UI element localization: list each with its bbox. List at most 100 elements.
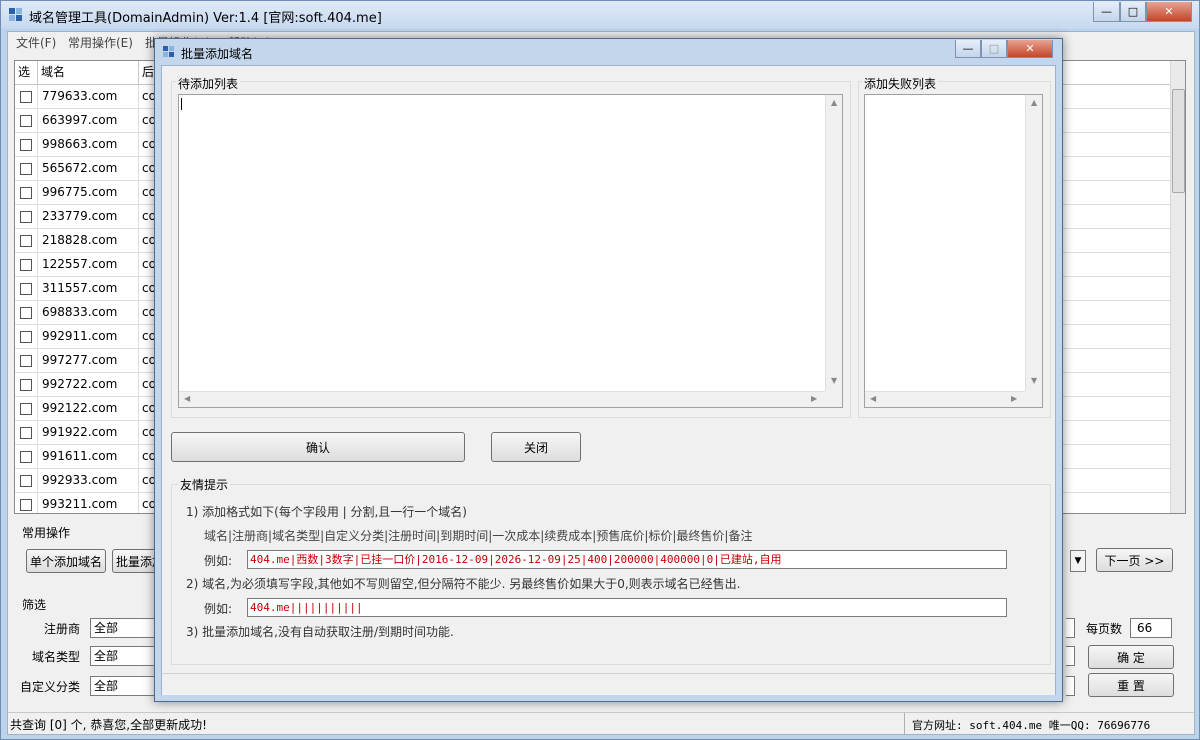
text-caret: [181, 98, 182, 110]
filter-label: 筛选: [22, 598, 47, 612]
row-checkbox[interactable]: [20, 283, 32, 295]
registrar-label: 注册商: [44, 622, 81, 636]
cell-divider: [37, 205, 38, 229]
minimize-button[interactable]: —: [1093, 2, 1120, 22]
row-checkbox[interactable]: [20, 331, 32, 343]
scroll-down-icon[interactable]: ▼: [831, 377, 837, 385]
cell-divider: [138, 277, 139, 301]
cell-divider: [37, 349, 38, 373]
registrar-select[interactable]: 全部: [90, 618, 156, 638]
close-button[interactable]: ✕: [1146, 2, 1192, 22]
menu-common-ops[interactable]: 常用操作(E): [68, 34, 133, 51]
dialog-close-action-button[interactable]: 关闭: [491, 432, 581, 462]
row-checkbox[interactable]: [20, 259, 32, 271]
dialog-close-button[interactable]: ✕: [1007, 40, 1053, 58]
row-checkbox[interactable]: [20, 427, 32, 439]
cell-divider: [37, 109, 38, 133]
status-divider: [904, 713, 905, 734]
scroll-up-icon[interactable]: ▲: [1031, 99, 1037, 107]
column-header-domain[interactable]: 域名: [38, 61, 139, 85]
cell-divider: [37, 181, 38, 205]
column-header-select[interactable]: 选: [15, 61, 38, 85]
app-icon: [9, 8, 23, 22]
scroll-left-icon[interactable]: ◀: [870, 395, 876, 403]
row-domain: 218828.com: [42, 233, 118, 247]
cell-divider: [138, 373, 139, 397]
cell-divider: [138, 469, 139, 493]
single-add-button[interactable]: 单个添加域名: [26, 549, 106, 573]
next-page-button[interactable]: 下一页 >>: [1096, 548, 1173, 572]
dialog-minimize-button[interactable]: —: [955, 40, 981, 58]
per-page-input[interactable]: 66: [1130, 618, 1172, 638]
status-text: 共查询 [0] 个, 恭喜您,全部更新成功!: [10, 718, 207, 732]
pending-list-textarea[interactable]: ▲ ▼ ◀ ▶: [178, 94, 843, 408]
custom-category-label: 自定义分类: [20, 680, 81, 694]
row-checkbox[interactable]: [20, 187, 32, 199]
cell-divider: [138, 253, 139, 277]
scroll-up-icon[interactable]: ▲: [831, 99, 837, 107]
tip-line-2: 2) 域名,为必须填写字段,其他如不写则留空,但分隔符不能少. 另最终售价如果大…: [186, 577, 741, 591]
maximize-button[interactable]: □: [1120, 2, 1146, 22]
row-checkbox[interactable]: [20, 115, 32, 127]
main-title-bar[interactable]: 域名管理工具(DomainAdmin) Ver:1.4 [官网:soft.404…: [1, 1, 1199, 29]
row-checkbox[interactable]: [20, 355, 32, 367]
cell-divider: [37, 133, 38, 157]
scroll-left-icon[interactable]: ◀: [184, 395, 190, 403]
batch-add-button[interactable]: 批量添加域名: [112, 549, 158, 573]
row-checkbox[interactable]: [20, 211, 32, 223]
row-checkbox[interactable]: [20, 475, 32, 487]
tip-example-label-2: 例如:: [204, 602, 233, 616]
pending-horizontal-scrollbar[interactable]: ◀ ▶: [179, 391, 825, 407]
cell-divider: [37, 469, 38, 493]
row-domain: 996775.com: [42, 185, 118, 199]
tip-fields: 域名|注册商|域名类型|自定义分类|注册时间|到期时间|一次成本|续费成本|预售…: [204, 529, 753, 543]
cell-divider: [138, 397, 139, 421]
domain-type-select[interactable]: 全部: [90, 646, 156, 666]
filter-field-1[interactable]: [1066, 618, 1075, 638]
row-checkbox[interactable]: [20, 91, 32, 103]
row-domain: 779633.com: [42, 89, 118, 103]
grid-scroll-thumb[interactable]: [1172, 89, 1185, 193]
batch-add-dialog: 批量添加域名 — □ ✕ 待添加列表 ▲ ▼ ◀ ▶ 添加失败列表 ▲ ▼ ◀ …: [154, 38, 1063, 702]
row-domain: 992722.com: [42, 377, 118, 391]
domain-type-label: 域名类型: [32, 650, 81, 664]
common-ops-label: 常用操作: [22, 526, 71, 540]
cell-divider: [138, 157, 139, 181]
chevron-down-icon: ▼: [1074, 556, 1082, 566]
row-checkbox[interactable]: [20, 499, 32, 511]
filter-confirm-button[interactable]: 确 定: [1088, 645, 1174, 669]
row-checkbox[interactable]: [20, 307, 32, 319]
failed-horizontal-scrollbar[interactable]: ◀ ▶: [865, 391, 1025, 407]
cell-divider: [138, 421, 139, 445]
row-domain: 991611.com: [42, 449, 118, 463]
row-domain: 993211.com: [42, 497, 118, 511]
failed-vertical-scrollbar[interactable]: ▲ ▼: [1025, 95, 1042, 391]
page-dropdown-arrow[interactable]: ▼: [1070, 550, 1086, 572]
row-checkbox[interactable]: [20, 235, 32, 247]
failed-list-label: 添加失败列表: [862, 75, 939, 92]
scroll-down-icon[interactable]: ▼: [1031, 377, 1037, 385]
row-checkbox[interactable]: [20, 379, 32, 391]
row-checkbox[interactable]: [20, 163, 32, 175]
cell-divider: [138, 181, 139, 205]
pending-vertical-scrollbar[interactable]: ▲ ▼: [825, 95, 842, 391]
cell-divider: [138, 133, 139, 157]
per-page-label: 每页数: [1086, 622, 1123, 636]
cell-divider: [138, 349, 139, 373]
failed-list-textarea[interactable]: ▲ ▼ ◀ ▶: [864, 94, 1043, 408]
row-checkbox[interactable]: [20, 451, 32, 463]
row-checkbox[interactable]: [20, 139, 32, 151]
custom-category-select[interactable]: 全部: [90, 676, 156, 696]
cell-divider: [37, 421, 38, 445]
scroll-right-icon[interactable]: ▶: [1011, 395, 1017, 403]
filter-reset-button[interactable]: 重 置: [1088, 673, 1174, 697]
row-checkbox[interactable]: [20, 403, 32, 415]
cell-divider: [37, 253, 38, 277]
dialog-confirm-button[interactable]: 确认: [171, 432, 465, 462]
filter-field-3[interactable]: [1066, 676, 1075, 696]
menu-file[interactable]: 文件(F): [16, 34, 56, 51]
scroll-right-icon[interactable]: ▶: [811, 395, 817, 403]
cell-divider: [138, 445, 139, 469]
filter-field-2[interactable]: [1066, 646, 1075, 666]
cell-divider: [37, 85, 38, 109]
